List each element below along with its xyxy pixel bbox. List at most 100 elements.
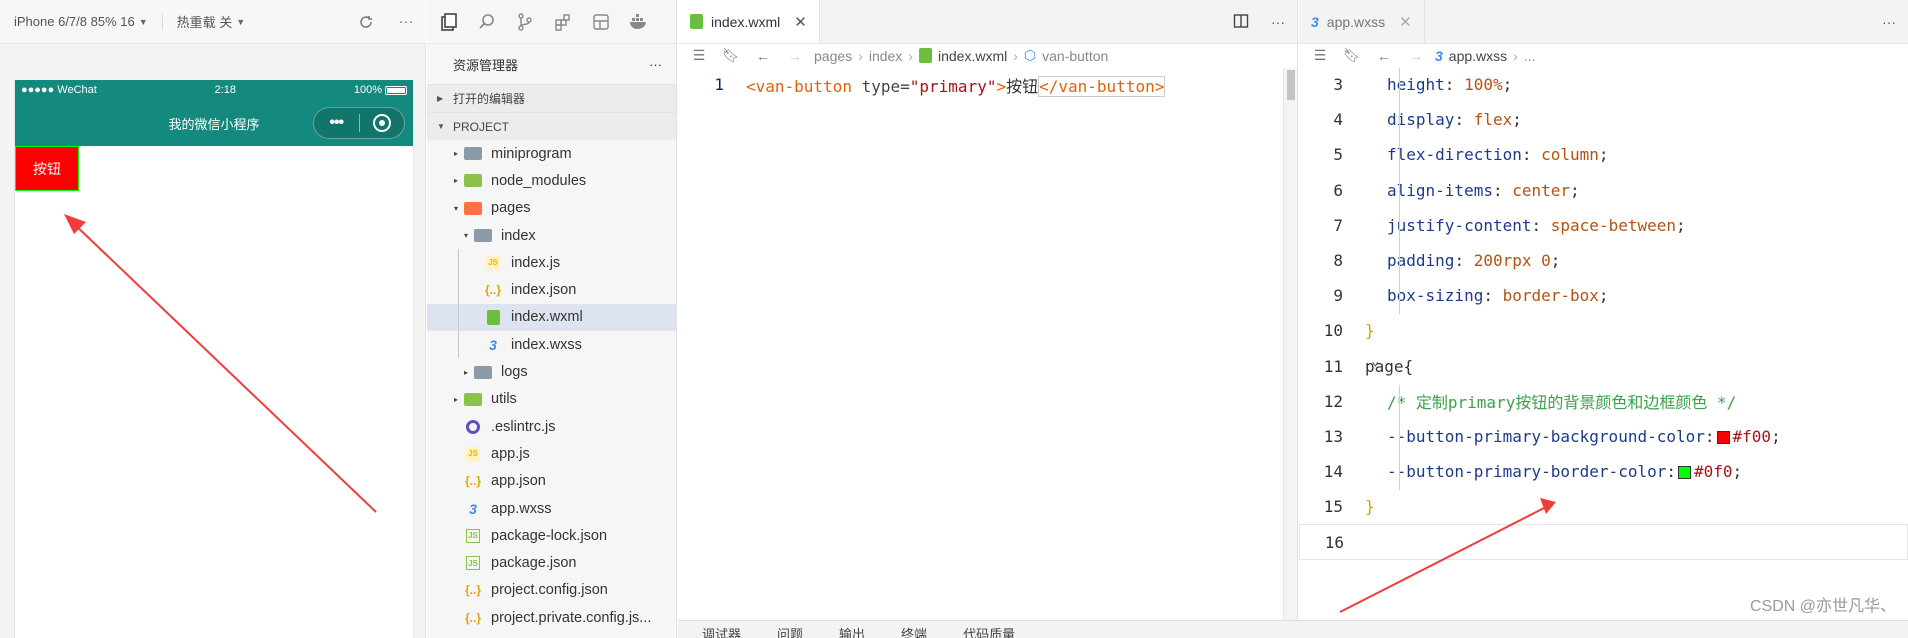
outline-icon[interactable]: ☰ bbox=[686, 47, 712, 64]
hot-reload-toggle[interactable]: 热重载 关 ▼ bbox=[163, 12, 260, 31]
close-icon[interactable]: ✕ bbox=[794, 13, 807, 31]
breadcrumb-item[interactable]: ... bbox=[1524, 48, 1536, 64]
docker-icon[interactable] bbox=[627, 10, 651, 34]
tree-item[interactable]: 3 index.wxss bbox=[427, 331, 676, 358]
capsule-close-icon[interactable] bbox=[359, 114, 404, 132]
tree-item-label: app.wxss bbox=[491, 500, 552, 517]
tree-item[interactable]: 3 app.wxss bbox=[427, 495, 676, 522]
tree-item[interactable]: {..} project.private.config.js... bbox=[427, 604, 676, 631]
css-property: --button-primary-background-color bbox=[1387, 426, 1705, 446]
line-number: 1 bbox=[714, 75, 724, 94]
bottom-tab[interactable]: 输出 bbox=[839, 622, 865, 638]
tree-item[interactable]: JS index.js bbox=[427, 249, 676, 276]
tree-item[interactable]: JS package.json bbox=[427, 549, 676, 576]
forward-arrow-icon[interactable]: → bbox=[1403, 48, 1429, 64]
color-swatch[interactable] bbox=[1678, 466, 1691, 480]
tree-item-label: app.json bbox=[491, 473, 546, 490]
code-token: "primary" bbox=[909, 76, 997, 96]
indent-guide bbox=[1399, 384, 1400, 491]
chevron-right-icon: ▶ bbox=[437, 94, 444, 103]
refresh-icon[interactable] bbox=[346, 14, 386, 30]
open-editors-section[interactable]: ▶ 打开的编辑器 bbox=[427, 84, 676, 112]
tab-label: app.wxss bbox=[1326, 13, 1386, 30]
tab-index-wxml[interactable]: index.wxml ✕ bbox=[678, 0, 820, 43]
tree-item[interactable]: ▸ node_modules bbox=[427, 167, 676, 194]
code-area[interactable]: 1 <van-button type="primary">按钮</van-but… bbox=[678, 67, 1297, 102]
code-line: 15} bbox=[1299, 489, 1908, 524]
cloud-dev-icon[interactable] bbox=[589, 10, 613, 34]
tree-item[interactable]: {..} app.json bbox=[427, 468, 676, 495]
breadcrumb-item[interactable]: van-button bbox=[1042, 48, 1108, 64]
back-arrow-icon[interactable]: ← bbox=[750, 48, 776, 64]
source-control-icon[interactable] bbox=[513, 10, 537, 34]
css-property: --button-primary-border-color bbox=[1387, 462, 1667, 482]
code-line: 6 align-items: center; bbox=[1299, 173, 1908, 208]
code-text: --button-primary-border-color: #0f0; bbox=[1387, 462, 1743, 482]
tree-item[interactable]: ▸ miniprogram bbox=[427, 140, 676, 167]
tab-app-wxss[interactable]: 3 app.wxss ✕ bbox=[1299, 0, 1425, 43]
van-button-primary[interactable]: 按钮 bbox=[15, 146, 79, 191]
breadcrumb-item[interactable]: pages bbox=[814, 48, 852, 64]
bottom-tab[interactable]: 问题 bbox=[777, 622, 803, 638]
tree-item-label: index.wxss bbox=[511, 336, 582, 353]
tree-item[interactable]: ▾ pages bbox=[427, 195, 676, 222]
json-file-icon: {..} bbox=[464, 610, 481, 625]
extensions-icon[interactable] bbox=[551, 10, 575, 34]
menu-capsule: ••• bbox=[313, 107, 405, 139]
forward-arrow-icon[interactable]: → bbox=[782, 48, 808, 64]
code-text: flex-direction: column; bbox=[1387, 145, 1609, 165]
device-label: iPhone 6/7/8 85% 16 bbox=[14, 14, 135, 29]
bookmark-icon[interactable]: 🔖︎ bbox=[718, 47, 744, 64]
code-line: 14 --button-primary-border-color: #0f0; bbox=[1299, 454, 1908, 489]
tree-item[interactable]: ▸ logs bbox=[427, 358, 676, 385]
tree-item[interactable]: {..} project.config.json bbox=[427, 577, 676, 604]
tree-item[interactable]: ▾ index bbox=[427, 222, 676, 249]
scrollbar[interactable] bbox=[1283, 68, 1297, 620]
line-number: 14 bbox=[1323, 462, 1343, 482]
line-number: 13 bbox=[1323, 426, 1343, 446]
more-icon[interactable]: ··· bbox=[1271, 14, 1285, 30]
code-line: 4 display: flex; bbox=[1299, 102, 1908, 137]
explorer-more-icon[interactable]: ··· bbox=[649, 57, 662, 72]
cube-icon: ⬡ bbox=[1023, 47, 1037, 63]
breadcrumb-item[interactable]: index.wxml bbox=[938, 48, 1007, 64]
more-icon[interactable]: ··· bbox=[386, 13, 426, 30]
files-icon[interactable] bbox=[437, 10, 461, 34]
node-modules-folder-icon bbox=[463, 173, 483, 189]
code-token: } bbox=[1365, 321, 1375, 341]
outline-icon[interactable]: ☰ bbox=[1307, 47, 1333, 64]
breadcrumb-item[interactable]: index bbox=[869, 48, 902, 64]
close-icon[interactable]: ✕ bbox=[1399, 13, 1412, 31]
capsule-more-icon[interactable]: ••• bbox=[314, 114, 359, 132]
tree-item[interactable]: JS app.js bbox=[427, 440, 676, 467]
tree-item-label: project.private.config.js... bbox=[491, 609, 652, 626]
search-icon[interactable] bbox=[475, 10, 499, 34]
battery-percent: 100% bbox=[353, 84, 382, 96]
nav-title: 我的微信小程序 bbox=[168, 116, 260, 132]
battery-icon bbox=[384, 85, 407, 95]
pages-folder-icon bbox=[463, 200, 483, 216]
bottom-tab[interactable]: 调试器 bbox=[702, 622, 741, 638]
code-token: type= bbox=[851, 76, 910, 96]
project-section[interactable]: ▼ PROJECT bbox=[427, 112, 676, 140]
breadcrumb-item[interactable]: app.wxss bbox=[1449, 48, 1507, 64]
tree-item[interactable]: .eslintrc.js bbox=[427, 413, 676, 440]
js-file-icon: JS bbox=[463, 446, 483, 462]
tree-item[interactable]: {..} index.json bbox=[427, 276, 676, 303]
device-selector[interactable]: iPhone 6/7/8 85% 16 ▼ bbox=[0, 14, 162, 29]
battery-status: 100% bbox=[354, 84, 407, 96]
bottom-tab[interactable]: 代码质量 bbox=[963, 622, 1015, 638]
status-time: 2:18 bbox=[214, 84, 237, 96]
color-swatch[interactable] bbox=[1716, 430, 1730, 444]
back-arrow-icon[interactable]: ← bbox=[1371, 48, 1397, 64]
breadcrumb-separator-icon: › bbox=[858, 47, 863, 64]
more-icon[interactable]: ··· bbox=[1882, 14, 1896, 30]
tree-item[interactable]: JS package-lock.json bbox=[427, 522, 676, 549]
tree-item[interactable]: ▸ utils bbox=[427, 386, 676, 413]
bookmark-icon[interactable]: 🔖︎ bbox=[1339, 47, 1365, 64]
split-editor-icon[interactable] bbox=[1233, 13, 1249, 32]
code-area[interactable]: 3 height: 100%; 4 display: flex; 5 flex-direc… bbox=[1299, 67, 1908, 560]
tree-item[interactable]: index.wxml bbox=[427, 303, 676, 332]
bottom-tab[interactable]: 终端 bbox=[901, 622, 927, 638]
fold-chevron-icon[interactable]: ⌄ bbox=[1371, 353, 1379, 369]
